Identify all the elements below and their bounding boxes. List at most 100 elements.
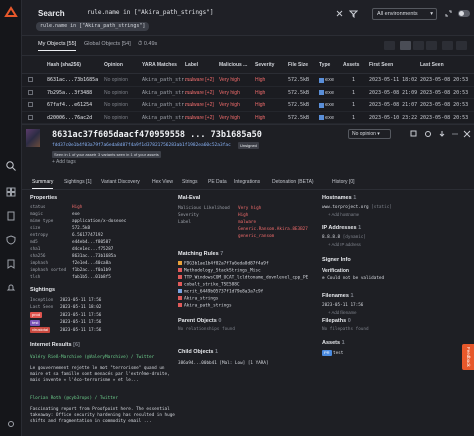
refresh-icon[interactable] — [424, 130, 432, 138]
row-checkbox[interactable] — [28, 89, 33, 95]
rule-item[interactable]: mcrit_6449b05737f1d79e8a3a7c9f — [178, 289, 263, 295]
col-yara[interactable]: YARA Matches — [142, 62, 177, 68]
app-logo-icon[interactable] — [4, 6, 18, 20]
property-value[interactable]: f2e1e4...40ca8a — [72, 261, 111, 266]
search-input[interactable]: rule.name in ["Akira_path_strings"] — [87, 9, 213, 16]
feedback-button[interactable]: Feedback — [462, 344, 474, 370]
file-type-icon — [319, 102, 324, 108]
tab-variant-discovery[interactable]: Variant Discovery — [101, 179, 140, 185]
cell-assets: 1 — [352, 114, 356, 121]
mal-eval-key: Label — [178, 220, 191, 225]
tab-integrations[interactable]: Integrations — [234, 179, 260, 185]
child-object-item[interactable]: 386a94...00bb41 [Mal: Low] [1 YARA] — [178, 361, 269, 366]
table-row[interactable]: 8631ac...73b1685a No opinion Akira_path_st… — [22, 74, 474, 87]
col-filesize[interactable]: File Size — [288, 62, 308, 68]
col-label[interactable]: Label — [185, 62, 198, 68]
tab-pe-data[interactable]: PE Data — [208, 179, 227, 185]
opinion-select[interactable]: No opinion ▾ — [348, 129, 391, 139]
view-list-button[interactable] — [384, 41, 395, 50]
view-split-button[interactable] — [426, 41, 437, 50]
col-malicious[interactable]: Malicious ... — [219, 62, 247, 68]
tab-strings[interactable]: Strings — [182, 179, 198, 185]
bookmark-icon[interactable] — [5, 258, 17, 270]
tab-global-objects[interactable]: Global Objects [54] — [84, 41, 131, 47]
property-value[interactable]: 6.5617747192 — [72, 233, 103, 238]
table-row[interactable]: d20006...76ac2d No opinion Akira_path_str.… — [22, 111, 474, 124]
hostname-item[interactable]: www.torproject.org [static] — [322, 205, 392, 210]
property-value[interactable]: e44eb4...f80587 — [72, 240, 111, 245]
filter-icon[interactable] — [349, 9, 358, 18]
col-opinion[interactable]: Opinion — [104, 62, 123, 68]
query-chip[interactable]: rule.name in ["Akira_path_strings"] — [36, 22, 150, 31]
add-hostname-link[interactable]: + Add hostname — [328, 212, 359, 217]
rule-item[interactable]: Akira_strings — [178, 296, 218, 302]
post1-author[interactable]: Valéry Rieß-Marchive (@ValeryMarchive) /… — [30, 355, 180, 360]
dashboard-icon[interactable] — [5, 186, 17, 198]
add-ip-link[interactable]: + Add IP address — [328, 242, 361, 247]
col-hash[interactable]: Hash (sha256) — [47, 62, 81, 68]
theme-toggle[interactable] — [458, 10, 470, 17]
asset-item[interactable]: test — [333, 351, 343, 356]
filename-item[interactable]: 2023-05-11 17:56 — [322, 303, 363, 308]
bell-icon[interactable] — [5, 282, 17, 294]
tab-summary[interactable]: Summary — [32, 179, 54, 189]
rule-item[interactable]: TTP_WindowsCOM_UCAT_lcldtoname_dovnlevel… — [178, 275, 308, 281]
sighting-value: 2023-05-11 17:56 — [60, 312, 102, 318]
add-tags-link[interactable]: + Add tags — [52, 159, 76, 165]
post2-author[interactable]: Florian Roth (@cyb3rops) / Twitter — [30, 396, 180, 401]
tab-hex-view[interactable]: Hex View — [152, 179, 173, 185]
alert-icon: ⊗ — [322, 276, 325, 281]
add-filename-link[interactable]: + Add filename — [328, 310, 357, 315]
col-type[interactable]: Type — [319, 62, 330, 68]
row-checkbox[interactable] — [28, 102, 33, 107]
export-icon[interactable] — [438, 130, 446, 138]
copy-icon[interactable] — [410, 130, 418, 138]
row-checkbox[interactable] — [28, 114, 33, 120]
ip-item[interactable]: 8.8.8.8 [dynamic] — [322, 235, 366, 240]
rule-item[interactable]: FDG3b1ae1b4f02a7f7a6eda0d87f4a9f — [178, 261, 269, 267]
expand-icon[interactable] — [444, 9, 453, 18]
filepaths-empty: No filepaths found — [322, 327, 369, 332]
cell-hash[interactable]: 67faf4...e61254 — [47, 102, 92, 108]
cell-hash[interactable]: 8631ac...73b1685a — [47, 77, 98, 83]
property-value[interactable]: d4ce1ec...f75287 — [72, 247, 113, 252]
rule-item[interactable]: Methodology_StackStrings_Misc — [178, 268, 261, 274]
rule-item[interactable]: Akira_path_strings — [178, 303, 232, 309]
environment-select[interactable]: All environments ▾ — [372, 8, 437, 20]
property-value[interactable]: fab1b5...01b8f5 — [72, 275, 111, 280]
detail-tabs: Summary Sightings [1] Variant Discovery … — [22, 176, 474, 190]
property-value[interactable]: 8631ac...73b1685a — [72, 254, 116, 259]
tab-detonation[interactable]: Detonation (BETA) — [272, 179, 314, 185]
close-icon[interactable] — [463, 130, 471, 138]
rule-severity-icon — [178, 303, 182, 307]
more-icon[interactable] — [451, 130, 459, 138]
gear-icon[interactable] — [5, 418, 17, 430]
unsigned-badge: Unsigned — [238, 142, 259, 149]
table-row[interactable]: 7b295a...3f3488 No opinion Akira_path_str.… — [22, 86, 474, 99]
view-grid-button[interactable] — [413, 41, 424, 50]
clear-icon[interactable] — [335, 9, 344, 18]
table-row[interactable]: 67faf4...e61254 No opinion Akira_path_str.… — [22, 99, 474, 112]
col-last-seen[interactable]: Last Seen — [420, 62, 444, 68]
row-checkbox[interactable] — [28, 77, 33, 82]
columns-button[interactable] — [456, 41, 467, 50]
property-value[interactable]: f1b2ac...f0a1b9 — [72, 268, 111, 273]
property-key: sha1 — [30, 247, 41, 252]
col-assets[interactable]: Assets — [343, 62, 359, 68]
document-icon[interactable] — [5, 210, 17, 222]
col-severity[interactable]: Severity — [255, 62, 274, 68]
tab-sightings[interactable]: Sightings [1] — [64, 179, 92, 185]
detail-hash[interactable]: fdd37c0e1b4f03a79f7a6eda8d87f4a9f1d37821… — [52, 143, 231, 148]
view-table-button[interactable] — [400, 41, 411, 50]
tab-history[interactable]: History [0] — [332, 179, 355, 185]
cell-hash[interactable]: 7b295a...3f3488 — [47, 90, 92, 96]
tab-my-objects[interactable]: My Objects [55] — [38, 41, 77, 51]
download-button[interactable] — [442, 41, 453, 50]
shield-icon[interactable] — [5, 234, 17, 246]
file-type-icon — [319, 77, 324, 83]
col-first-seen[interactable]: First Seen — [369, 62, 393, 68]
cell-last: 2023-05-08 20:53 — [420, 102, 469, 108]
search-icon[interactable] — [5, 160, 17, 172]
cell-hash[interactable]: d20006...76ac2d — [47, 115, 92, 121]
rule-item[interactable]: cobalt_strike_TSE588C — [178, 282, 240, 288]
